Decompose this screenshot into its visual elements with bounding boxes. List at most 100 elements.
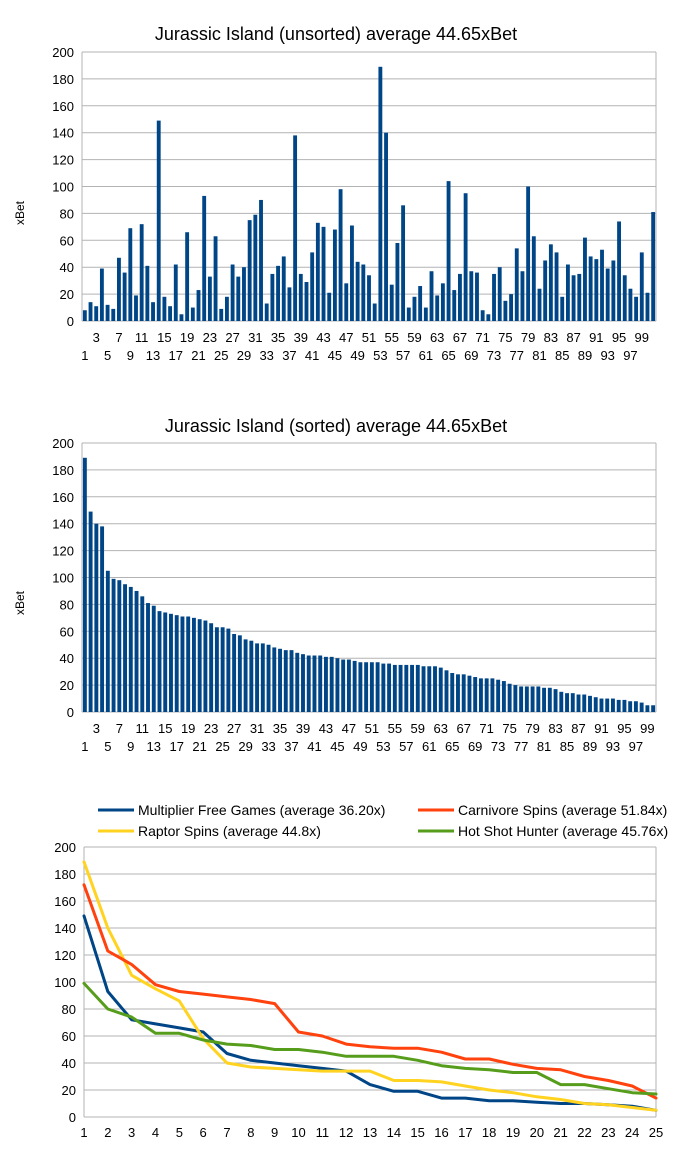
x-tick-label: 9: [127, 348, 134, 363]
x-tick-label: 53: [373, 348, 387, 363]
y-tick-label: 60: [62, 1029, 76, 1044]
x-tick-label: 41: [307, 739, 321, 754]
bar: [321, 226, 326, 321]
x-tick-label: 37: [284, 739, 298, 754]
x-tick-label: 39: [294, 330, 308, 345]
bar: [105, 570, 110, 712]
x-tick-label: 63: [430, 330, 444, 345]
bar: [456, 674, 460, 712]
x-tick-label: 97: [623, 348, 637, 363]
bar: [230, 264, 235, 321]
x-tick-label: 1: [80, 1125, 87, 1140]
bar: [94, 306, 99, 321]
x-tick-labels: 1 2 3 4 5 6 7 8 9 10 11 12 13 14 15 16 17 18 19 20 21 22 23 24 2…: [80, 1125, 663, 1140]
bar: [163, 612, 168, 712]
y-tick-label: 160: [52, 490, 74, 505]
y-tick-label: 40: [60, 651, 74, 666]
bar: [364, 662, 369, 712]
x-tick-label: 18: [482, 1125, 496, 1140]
x-tick-label: 31: [248, 330, 262, 345]
x-tick-labels: 3 7 11 15 19 23 27 31 35 39 43 47 51 55 59 63 67 71 75 79 83…: [81, 330, 649, 363]
bar: [226, 628, 231, 712]
bar: [605, 698, 610, 712]
x-tick-label: 41: [305, 348, 319, 363]
y-axis-label: xBet: [13, 200, 27, 225]
x-tick-label: 15: [157, 330, 171, 345]
grid-lines: [81, 442, 657, 713]
x-tick-label: 11: [316, 1125, 330, 1140]
bar: [369, 662, 374, 712]
x-tick-label: 4: [152, 1125, 159, 1140]
bar: [315, 222, 320, 321]
bar: [151, 605, 156, 712]
bar: [128, 586, 133, 712]
x-tick-label: 20: [530, 1125, 544, 1140]
x-tick-label: 55: [384, 330, 398, 345]
x-tick-label: 23: [601, 1125, 615, 1140]
bar: [276, 265, 281, 321]
bar: [484, 678, 489, 712]
bar: [501, 681, 506, 712]
bar: [213, 236, 218, 321]
bar: [304, 281, 309, 321]
x-tick-label: 75: [502, 721, 516, 736]
bar: [392, 664, 397, 712]
x-tick-label: 11: [136, 721, 150, 736]
bar: [401, 205, 406, 321]
y-tick-label: 80: [60, 206, 74, 221]
x-tick-label: 83: [548, 721, 562, 736]
x-tick-label: 19: [181, 721, 195, 736]
x-tick-label: 29: [237, 348, 251, 363]
bar: [634, 296, 639, 321]
bar: [412, 296, 417, 321]
bar: [571, 275, 576, 321]
bar: [457, 273, 462, 321]
y-tick-label: 180: [52, 72, 74, 87]
x-tick-label: 27: [225, 330, 239, 345]
bar: [593, 697, 598, 712]
bar: [536, 686, 541, 712]
y-tick-label: 160: [52, 99, 74, 114]
y-tick-label: 180: [52, 463, 74, 478]
bar: [253, 214, 258, 321]
bar: [418, 286, 423, 321]
bar: [639, 702, 644, 712]
x-tick-label: 57: [396, 348, 410, 363]
x-tick-label: 99: [640, 721, 654, 736]
y-tick-label: 120: [54, 948, 76, 963]
x-tick-label: 11: [135, 330, 149, 345]
bar: [440, 283, 445, 321]
bar: [134, 295, 138, 321]
x-tick-label: 27: [227, 721, 241, 736]
bar: [249, 640, 254, 712]
x-tick-label: 25: [214, 348, 228, 363]
y-tick-label: 20: [60, 287, 74, 302]
bar: [435, 295, 440, 321]
bar: [461, 674, 466, 712]
x-tick-label: 3: [93, 721, 100, 736]
y-tick-label: 80: [60, 597, 74, 612]
bar: [306, 655, 311, 712]
bar: [350, 225, 354, 321]
bar: [180, 616, 185, 712]
x-tick-label: 14: [387, 1125, 401, 1140]
x-tick-label: 83: [544, 330, 558, 345]
y-tick-label: 160: [54, 894, 76, 909]
x-tick-label: 39: [296, 721, 310, 736]
series-lines: [82, 860, 658, 1112]
bar: [289, 650, 294, 712]
bar: [542, 687, 547, 712]
x-tick-label: 65: [441, 348, 455, 363]
y-tick-label: 0: [69, 1110, 76, 1125]
bar: [203, 620, 208, 712]
y-tick-label: 0: [67, 705, 74, 720]
bar: [570, 693, 575, 712]
bar: [467, 675, 472, 712]
bar: [146, 603, 150, 712]
bar: [266, 644, 271, 712]
unsorted-bar-chart: Jurassic Island (unsorted) average 44.65…: [13, 24, 657, 363]
y-tick-labels: 0 20 40 60 80 100 120 140 160 180 200: [52, 45, 74, 329]
bar: [224, 296, 229, 321]
charts-canvas: Jurassic Island (unsorted) average 44.65…: [13, 24, 668, 1140]
bar: [88, 511, 93, 712]
